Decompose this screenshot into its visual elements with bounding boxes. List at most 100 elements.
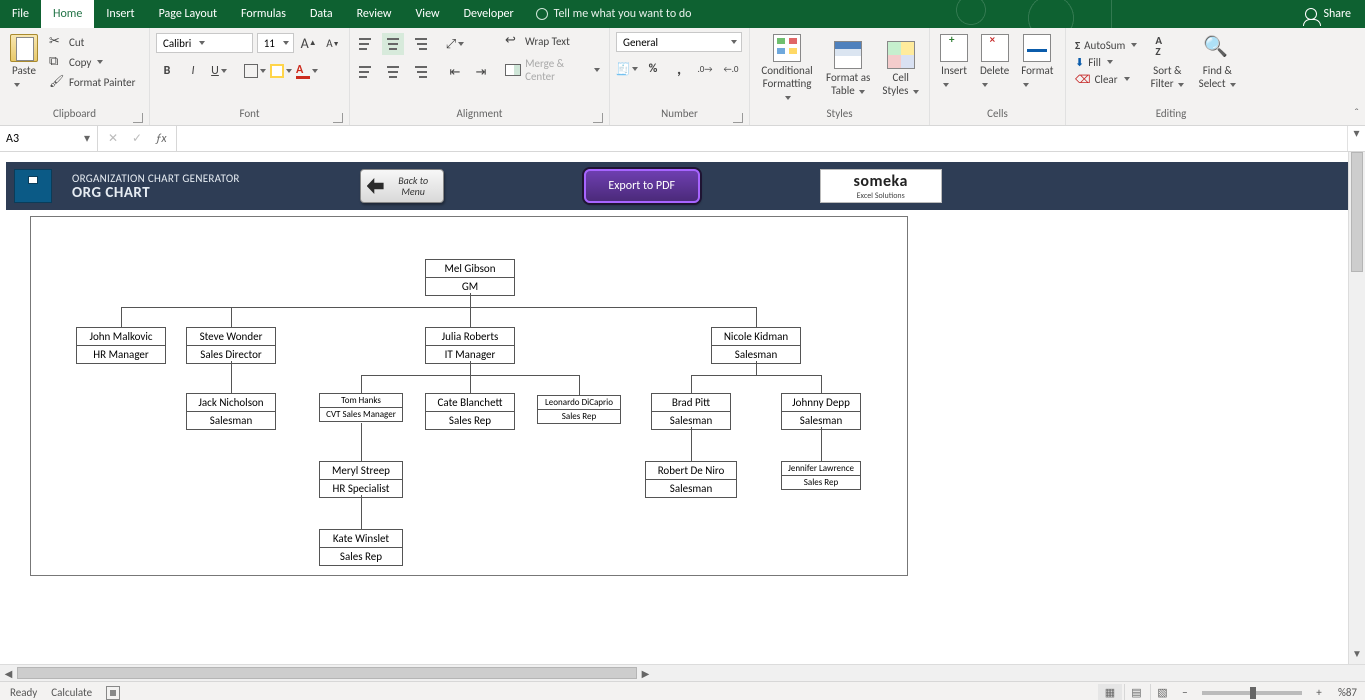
export-pdf-button[interactable]: Export to PDF [584, 169, 700, 203]
align-top-button[interactable] [356, 33, 378, 55]
tab-review[interactable]: Review [345, 0, 404, 28]
font-color-button[interactable]: A [296, 60, 318, 82]
merge-center-button[interactable]: Merge & Center [502, 56, 603, 84]
formula-input[interactable] [177, 132, 1347, 146]
tab-developer[interactable]: Developer [452, 0, 526, 28]
decrease-font-button[interactable]: A▼ [323, 32, 343, 54]
node-l2-0[interactable]: John MalkovicHR Manager [76, 327, 166, 364]
tab-home[interactable]: Home [41, 0, 94, 28]
macro-record-icon[interactable] [106, 686, 120, 700]
borders-button[interactable] [244, 60, 266, 82]
name-box-dropdown[interactable]: ▾ [78, 131, 96, 146]
share-button[interactable]: Share [1291, 0, 1365, 28]
cancel-fx-button[interactable]: ✕ [102, 131, 124, 146]
node-root[interactable]: Mel Gibson GM [425, 259, 515, 296]
enter-fx-button[interactable]: ✓ [126, 131, 148, 146]
paste-button[interactable]: Paste [6, 32, 42, 92]
wrap-text-button[interactable]: Wrap Text [502, 32, 603, 50]
fill-button[interactable]: Fill [1072, 55, 1140, 70]
scroll-track[interactable] [17, 665, 637, 682]
copy-button[interactable]: Copy [46, 53, 138, 71]
vertical-scrollbar[interactable]: ▲ ▼ [1348, 152, 1365, 664]
format-as-table-button[interactable]: Format as Table [822, 39, 874, 99]
align-right-button[interactable] [408, 61, 430, 83]
autosum-button[interactable]: AutoSum [1072, 38, 1140, 53]
dialog-launcher-icon[interactable] [133, 113, 143, 123]
tab-formulas[interactable]: Formulas [229, 0, 298, 28]
bold-button[interactable]: B [156, 60, 178, 82]
clear-button[interactable]: Clear [1072, 72, 1140, 87]
name-box-input[interactable] [0, 132, 78, 146]
cell-styles-button[interactable]: Cell Styles [878, 39, 923, 99]
node-steve-0[interactable]: Jack NicholsonSalesman [186, 393, 276, 430]
tab-data[interactable]: Data [298, 0, 345, 28]
node-l2-1[interactable]: Steve WonderSales Director [186, 327, 276, 364]
node-nicole-0[interactable]: Brad PittSalesman [651, 393, 731, 430]
fill-color-button[interactable] [270, 60, 292, 82]
insert-fx-button[interactable]: ƒx [150, 132, 172, 146]
cut-button[interactable]: Cut [46, 33, 138, 51]
insert-cells-button[interactable]: Insert [936, 32, 972, 92]
align-left-button[interactable] [356, 61, 378, 83]
collapse-ribbon-button[interactable]: ˆ [1354, 107, 1359, 121]
percent-button[interactable] [642, 58, 664, 80]
zoom-out-button[interactable]: − [1176, 686, 1194, 699]
zoom-in-button[interactable]: + [1310, 686, 1328, 699]
conditional-formatting-button[interactable]: Conditional Formatting [756, 32, 818, 105]
view-normal-button[interactable]: ▦ [1098, 684, 1122, 700]
format-painter-button[interactable]: Format Painter [46, 73, 138, 91]
zoom-knob[interactable] [1250, 687, 1256, 699]
node-julia-1[interactable]: Cate BlanchettSales Rep [425, 393, 515, 430]
format-cells-button[interactable]: Format [1017, 32, 1057, 92]
node-nicole-1[interactable]: Johnny DeppSalesman [781, 393, 861, 430]
node-julia-2[interactable]: Leonardo DiCaprioSales Rep [537, 395, 621, 424]
scroll-right-button[interactable]: ▶ [637, 667, 654, 680]
tab-file[interactable]: File [0, 0, 41, 28]
comma-button[interactable] [668, 58, 690, 80]
node-l2-2[interactable]: Julia RobertsIT Manager [425, 327, 515, 364]
view-page-break-button[interactable]: ▧ [1150, 684, 1174, 700]
expand-formula-bar[interactable]: ▾ [1347, 126, 1365, 151]
delete-cells-button[interactable]: Delete [976, 32, 1013, 92]
sort-filter-button[interactable]: Sort & Filter [1144, 32, 1190, 92]
align-center-button[interactable] [382, 61, 404, 83]
node-l2-3[interactable]: Nicole KidmanSalesman [711, 327, 801, 364]
font-name-select[interactable]: Calibri [156, 33, 253, 53]
name-box[interactable]: ▾ [0, 126, 98, 151]
horizontal-scrollbar[interactable]: ◀ ▶ [0, 664, 1365, 681]
dialog-launcher-icon[interactable] [733, 113, 743, 123]
back-to-menu-button[interactable]: Back to Menu [360, 169, 444, 203]
align-bottom-button[interactable] [408, 33, 430, 55]
scroll-left-button[interactable]: ◀ [0, 667, 17, 680]
increase-indent-button[interactable] [470, 61, 492, 83]
font-size-select[interactable]: 11 [257, 33, 295, 53]
worksheet-area[interactable]: ORGANIZATION CHART GENERATOR ORG CHART B… [0, 152, 1365, 664]
scroll-thumb[interactable] [1351, 152, 1363, 272]
orientation-button[interactable] [444, 33, 466, 55]
scroll-thumb[interactable] [17, 667, 637, 679]
dialog-launcher-icon[interactable] [593, 113, 603, 123]
underline-button[interactable]: U [208, 60, 230, 82]
node-johnny-0[interactable]: Jennifer LawrenceSales Rep [781, 461, 861, 490]
node-julia-0[interactable]: Tom HanksCVT Sales Manager [319, 393, 403, 422]
node-meryl-0[interactable]: Kate WinsletSales Rep [319, 529, 403, 566]
zoom-slider[interactable] [1202, 691, 1302, 695]
tab-view[interactable]: View [404, 0, 452, 28]
italic-button[interactable]: I [182, 60, 204, 82]
view-page-layout-button[interactable]: ▤ [1124, 684, 1148, 700]
dialog-launcher-icon[interactable] [333, 113, 343, 123]
tell-me[interactable]: Tell me what you want to do [526, 0, 702, 28]
node-tom-0[interactable]: Meryl StreepHR Specialist [319, 461, 403, 498]
scroll-down-button[interactable]: ▼ [1349, 647, 1365, 664]
decrease-indent-button[interactable] [444, 61, 466, 83]
tab-page-layout[interactable]: Page Layout [147, 0, 229, 28]
tab-insert[interactable]: Insert [94, 0, 146, 28]
align-middle-button[interactable] [382, 33, 404, 55]
decrease-decimal-button[interactable] [720, 58, 742, 80]
number-format-select[interactable]: General [616, 32, 742, 52]
find-select-button[interactable]: Find & Select [1194, 32, 1240, 92]
increase-decimal-button[interactable] [694, 58, 716, 80]
node-brad-0[interactable]: Robert De NiroSalesman [645, 461, 737, 498]
increase-font-button[interactable]: A▲ [298, 32, 318, 54]
accounting-button[interactable] [616, 58, 638, 80]
